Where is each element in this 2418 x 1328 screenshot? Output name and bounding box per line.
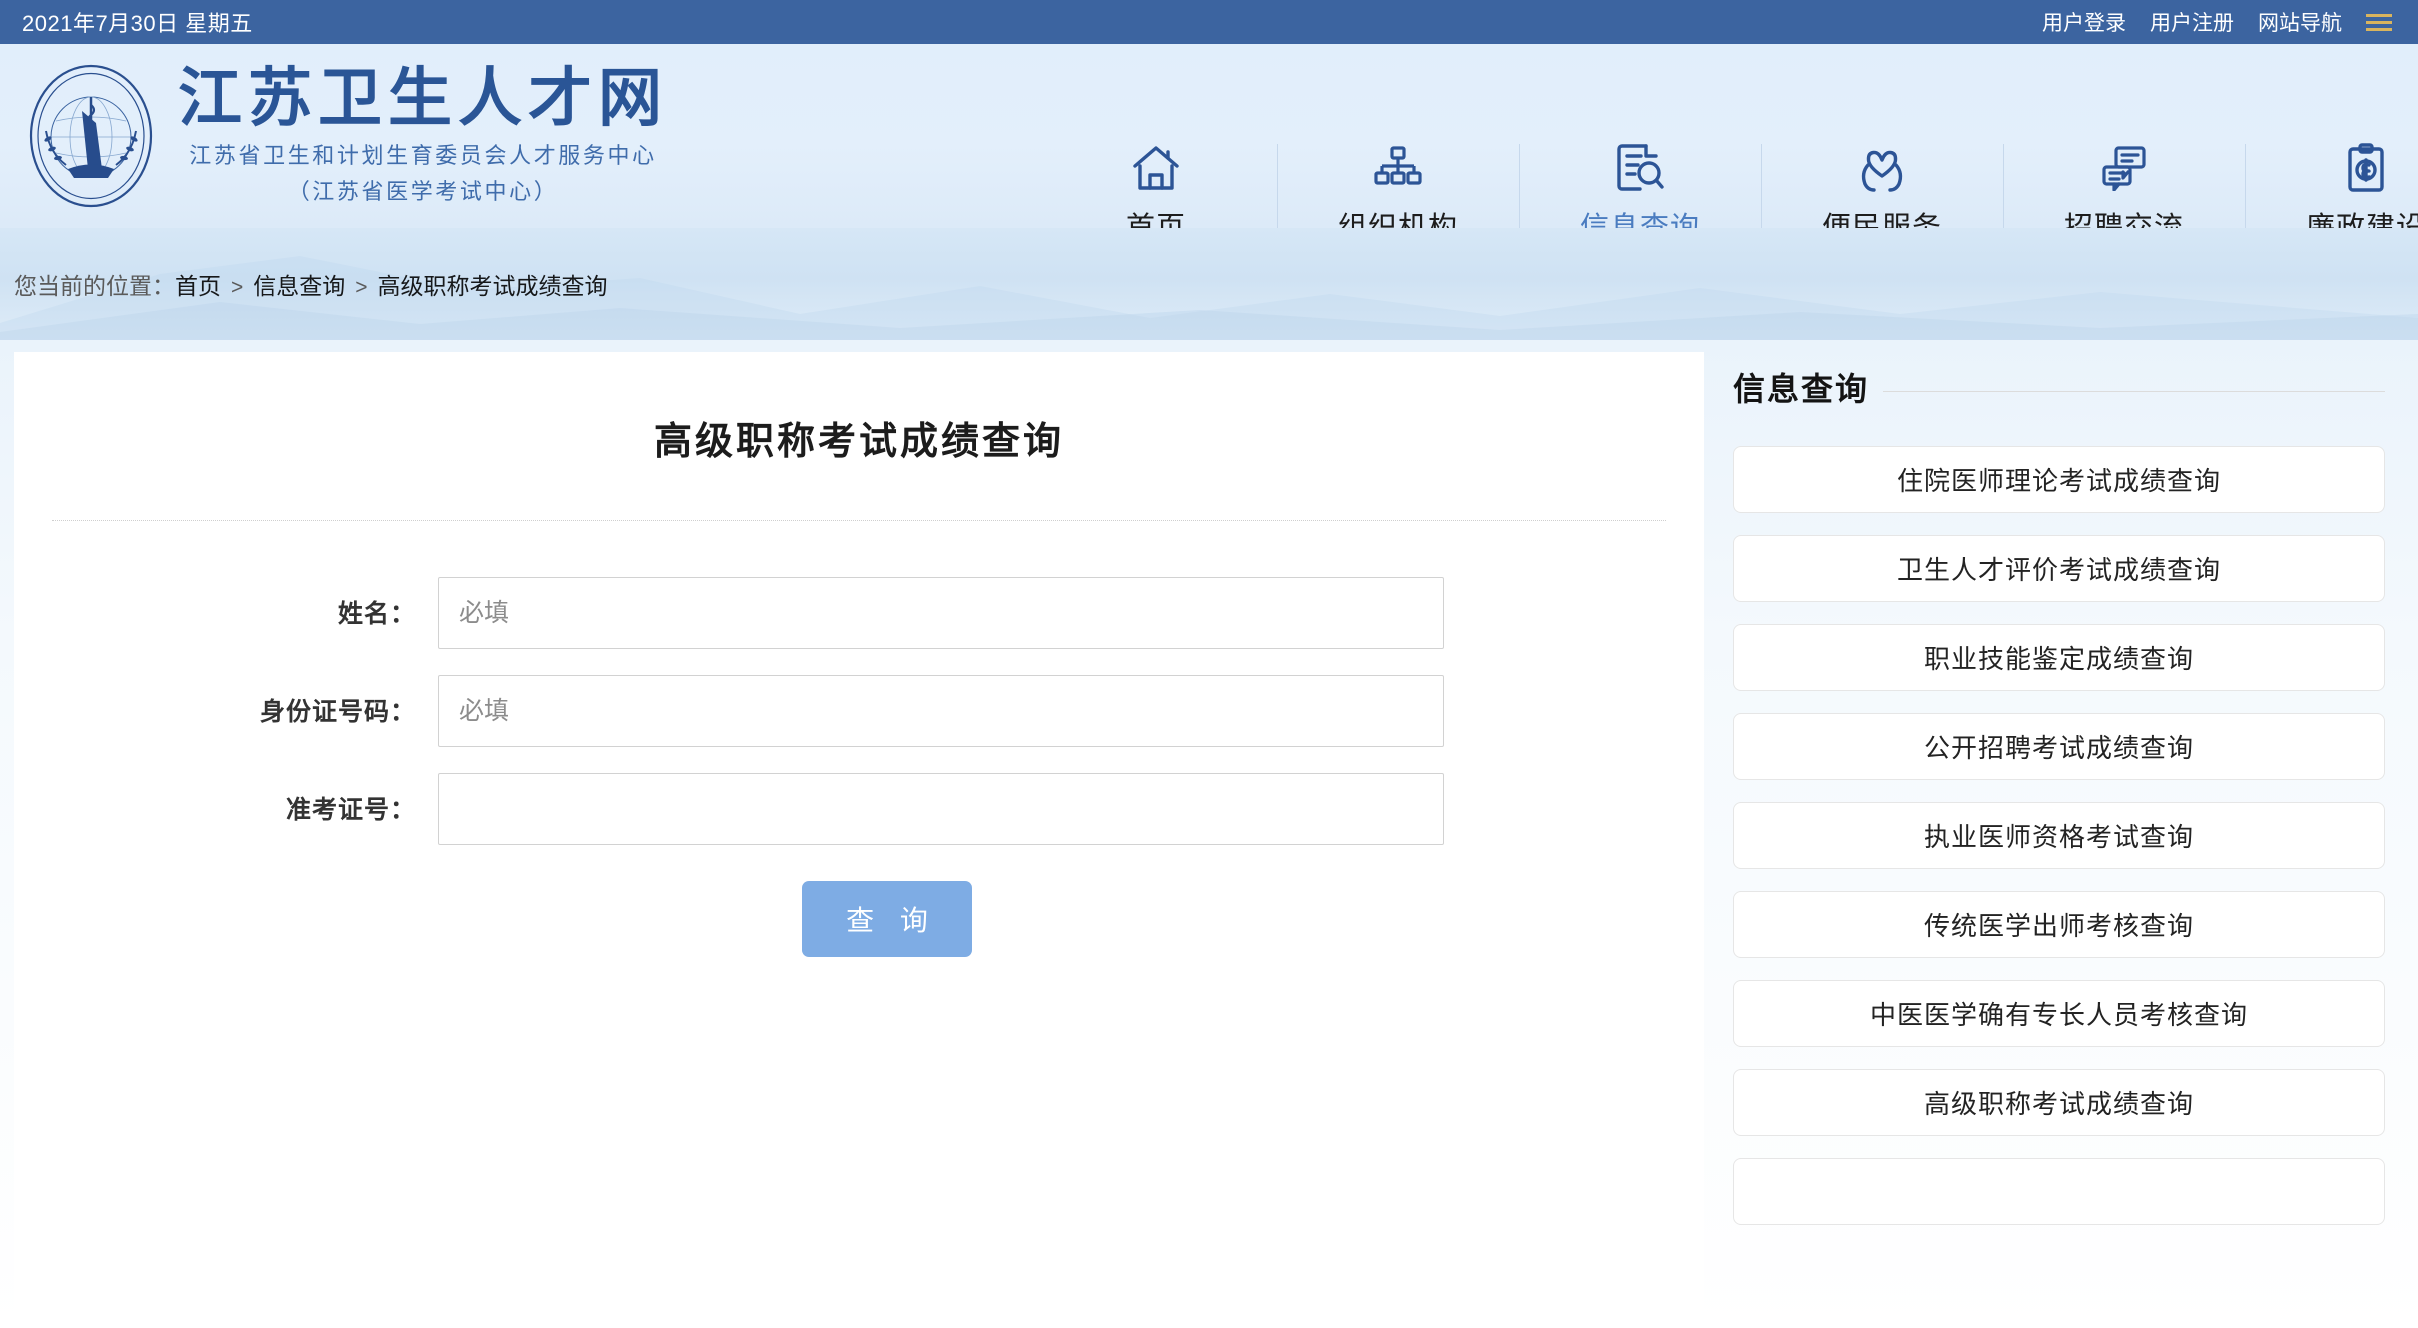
hamburger-icon[interactable]	[2366, 12, 2392, 33]
name-input[interactable]	[438, 577, 1444, 649]
seal-emblem-icon	[29, 64, 153, 208]
name-label: 姓名：	[337, 600, 416, 628]
heart-hands-icon	[1858, 142, 1906, 194]
breadcrumb-item-info-query[interactable]: 信息查询	[253, 267, 345, 301]
score-query-form: 姓名： 身份证号码： 准考证号： 查 询	[14, 521, 1704, 957]
site-title: 江苏卫生人才网	[178, 61, 668, 136]
sidebar-list: 住院医师理论考试成绩查询 卫生人才评价考试成绩查询 职业技能鉴定成绩查询 公开招…	[1733, 446, 2385, 1225]
site-subtitle-primary: 江苏省卫生和计划生育委员会人才服务中心	[189, 143, 657, 169]
sidebar-header: 信息查询	[1733, 352, 2385, 410]
brand-logo[interactable]: 江苏卫生人才网 江苏省卫生和计划生育委员会人才服务中心 （江苏省医学考试中心）	[0, 61, 668, 211]
sidebar-title: 信息查询	[1733, 371, 1870, 407]
form-actions: 查 询	[14, 881, 1704, 957]
org-chart-icon	[1374, 142, 1422, 194]
sidebar-item-senior-title[interactable]: 高级职称考试成绩查询	[1733, 1069, 2385, 1136]
id-number-label: 身份证号码：	[259, 698, 416, 726]
top-bar-links: 用户登录 用户注册 网站导航	[2042, 7, 2392, 37]
breadcrumb-item-current: 高级职称考试成绩查询	[377, 273, 608, 299]
sidebar-item-tcm-specialty[interactable]: 中医医学确有专长人员考核查询	[1733, 980, 2385, 1047]
user-register-link[interactable]: 用户注册	[2150, 7, 2234, 37]
breadcrumb-separator: >	[355, 276, 368, 299]
top-bar: 2021年7月30日 星期五 用户登录 用户注册 网站导航	[0, 0, 2418, 44]
brand-text: 江苏卫生人才网 江苏省卫生和计划生育委员会人才服务中心 （江苏省医学考试中心）	[178, 66, 668, 207]
sidebar-item-practicing-physician[interactable]: 执业医师资格考试查询	[1733, 802, 2385, 869]
admission-ticket-label: 准考证号：	[285, 796, 416, 824]
query-button[interactable]: 查 询	[802, 881, 972, 957]
form-row-id-number: 身份证号码：	[14, 675, 1704, 747]
sidebar-item-traditional-medicine-graduation[interactable]: 传统医学出师考核查询	[1733, 891, 2385, 958]
form-row-name: 姓名：	[14, 577, 1704, 649]
home-icon	[1131, 142, 1181, 194]
site-subtitle-secondary: （江苏省医学考试中心）	[287, 179, 559, 205]
user-login-link[interactable]: 用户登录	[2042, 7, 2126, 37]
sidebar-title-rule	[1883, 390, 2385, 392]
current-date: 2021年7月30日 星期五	[22, 11, 253, 36]
site-header: 江苏卫生人才网 江苏省卫生和计划生育委员会人才服务中心 （江苏省医学考试中心） …	[0, 44, 2418, 244]
breadcrumb: 您当前的位置： 首页 > 信息查询 > 高级职称考试成绩查询	[0, 267, 608, 301]
sidebar-item-health-talent-eval[interactable]: 卫生人才评价考试成绩查询	[1733, 535, 2385, 602]
page-title: 高级职称考试成绩查询	[653, 421, 1064, 463]
document-search-icon	[1616, 142, 1664, 194]
sidebar-item-resident-theory[interactable]: 住院医师理论考试成绩查询	[1733, 446, 2385, 513]
chat-bubbles-icon	[2100, 142, 2148, 194]
content-card: 高级职称考试成绩查询 姓名： 身份证号码： 准考证号： 查 询	[14, 352, 1704, 1328]
id-number-input[interactable]	[438, 675, 1444, 747]
breadcrumb-prefix: 您当前的位置：	[14, 273, 175, 299]
sidebar-item-public-recruitment[interactable]: 公开招聘考试成绩查询	[1733, 713, 2385, 780]
admission-ticket-input[interactable]	[438, 773, 1444, 845]
form-row-admission-ticket: 准考证号：	[14, 773, 1704, 845]
breadcrumb-separator: >	[231, 276, 244, 299]
site-navigation-link[interactable]: 网站导航	[2258, 7, 2342, 37]
breadcrumb-item-home[interactable]: 首页	[175, 267, 221, 301]
sidebar-info-query: 信息查询 住院医师理论考试成绩查询 卫生人才评价考试成绩查询 职业技能鉴定成绩查…	[1733, 352, 2385, 1225]
sidebar-item-partial[interactable]	[1733, 1158, 2385, 1225]
breadcrumb-band: 您当前的位置： 首页 > 信息查询 > 高级职称考试成绩查询	[0, 228, 2418, 340]
sidebar-item-vocational-skill[interactable]: 职业技能鉴定成绩查询	[1733, 624, 2385, 691]
page-body: 高级职称考试成绩查询 姓名： 身份证号码： 准考证号： 查 询 信息查询	[0, 340, 2418, 1328]
clipboard-icon	[2344, 142, 2388, 194]
